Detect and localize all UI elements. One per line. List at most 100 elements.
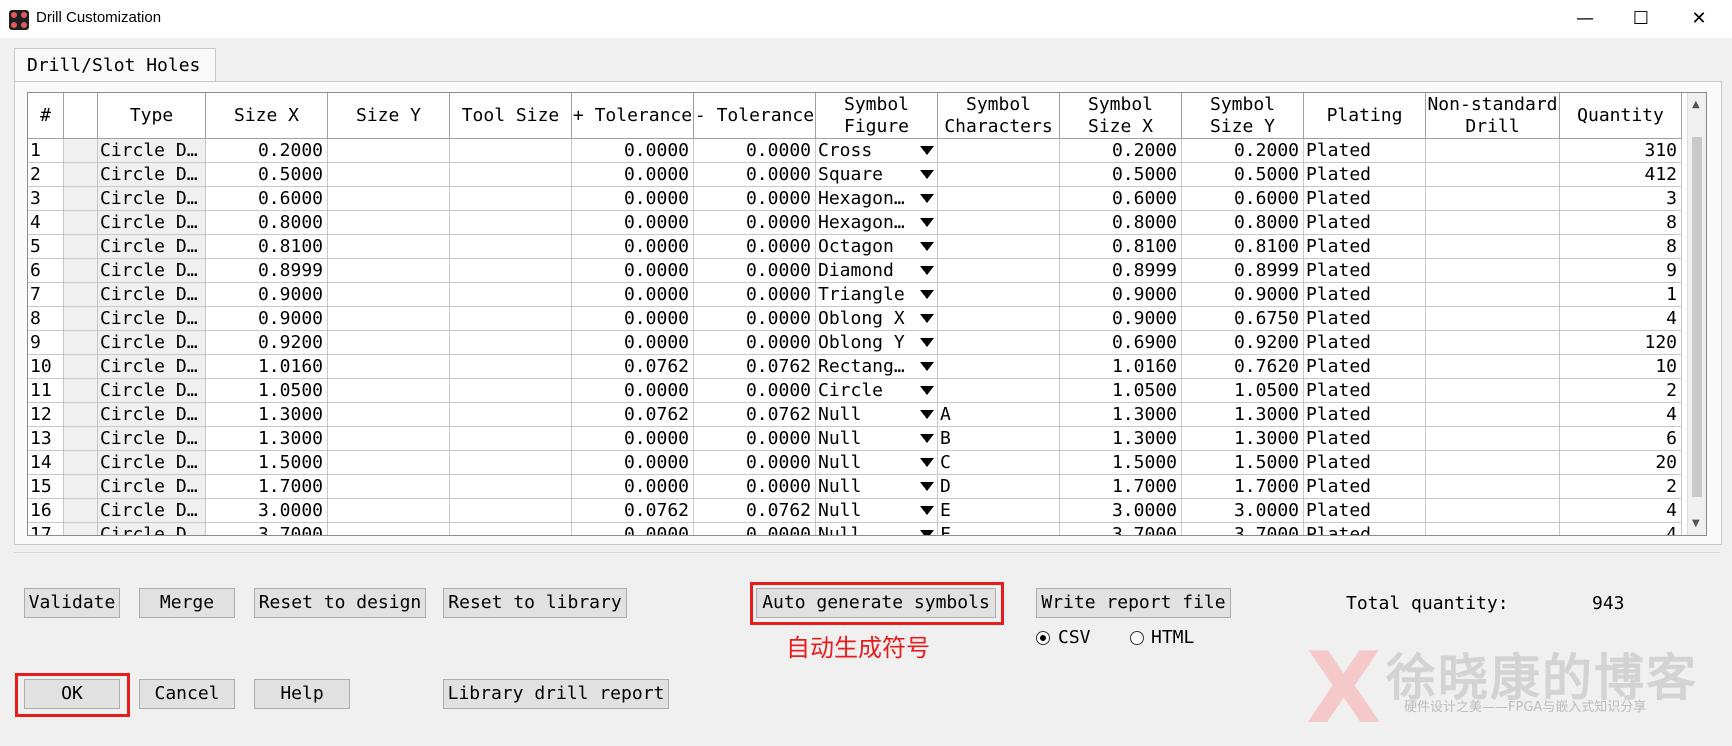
cell-plus-tolerance[interactable]: 0.0000 [572, 475, 694, 499]
cell-type[interactable]: Circle D… [98, 523, 206, 535]
cell-symbol-figure[interactable]: Null [816, 427, 938, 451]
cell-symbol-figure[interactable]: Null [816, 523, 938, 535]
close-button[interactable]: ✕ [1670, 0, 1728, 38]
cell-symbol-size-x[interactable]: 0.6900 [1060, 331, 1182, 355]
cell-size-x[interactable]: 0.2000 [206, 139, 328, 163]
cell-row-marker[interactable] [64, 451, 98, 475]
cell-row-number[interactable]: 5 [28, 235, 64, 259]
cell-size-x[interactable]: 1.3000 [206, 403, 328, 427]
dropdown-arrow-icon[interactable] [920, 458, 934, 467]
cell-symbol-size-x[interactable]: 1.0160 [1060, 355, 1182, 379]
cell-minus-tolerance[interactable]: 0.0000 [694, 163, 816, 187]
cell-size-y[interactable] [328, 379, 450, 403]
column-header-plus-tolerance[interactable]: + Tolerance [572, 93, 694, 139]
cell-symbol-figure[interactable]: Hexagon… [816, 211, 938, 235]
cell-non-standard-drill[interactable] [1426, 499, 1560, 523]
cell-symbol-size-y[interactable]: 3.7000 [1182, 523, 1304, 535]
cell-type[interactable]: Circle D… [98, 283, 206, 307]
cell-symbol-characters[interactable] [938, 235, 1060, 259]
cell-size-x[interactable]: 1.0160 [206, 355, 328, 379]
cell-symbol-size-y[interactable]: 1.5000 [1182, 451, 1304, 475]
cell-quantity[interactable]: 20 [1560, 451, 1682, 475]
cell-type[interactable]: Circle D… [98, 355, 206, 379]
cell-plus-tolerance[interactable]: 0.0000 [572, 379, 694, 403]
cancel-button[interactable]: Cancel [139, 679, 235, 709]
reset-to-library-button[interactable]: Reset to library [443, 588, 627, 618]
cell-row-marker[interactable] [64, 163, 98, 187]
cell-symbol-figure[interactable]: Rectang… [816, 355, 938, 379]
cell-row-number[interactable]: 15 [28, 475, 64, 499]
minimize-button[interactable]: — [1556, 0, 1614, 38]
cell-plating[interactable]: Plated [1304, 355, 1426, 379]
dropdown-arrow-icon[interactable] [920, 338, 934, 347]
cell-minus-tolerance[interactable]: 0.0000 [694, 211, 816, 235]
cell-non-standard-drill[interactable] [1426, 355, 1560, 379]
cell-type[interactable]: Circle D… [98, 499, 206, 523]
cell-plus-tolerance[interactable]: 0.0000 [572, 139, 694, 163]
cell-tool-size[interactable] [450, 283, 572, 307]
cell-tool-size[interactable] [450, 379, 572, 403]
dropdown-arrow-icon[interactable] [920, 386, 934, 395]
cell-row-number[interactable]: 10 [28, 355, 64, 379]
cell-size-x[interactable]: 3.0000 [206, 499, 328, 523]
cell-tool-size[interactable] [450, 235, 572, 259]
cell-symbol-size-x[interactable]: 1.7000 [1060, 475, 1182, 499]
table-row[interactable]: 4 Circle D… 0.8000 0.0000 0.0000 Hexagon… 0.80… [28, 211, 1682, 235]
cell-symbol-characters[interactable] [938, 283, 1060, 307]
cell-size-x[interactable]: 0.5000 [206, 163, 328, 187]
cell-symbol-size-x[interactable]: 0.5000 [1060, 163, 1182, 187]
cell-minus-tolerance[interactable]: 0.0000 [694, 259, 816, 283]
cell-symbol-size-y[interactable]: 1.3000 [1182, 427, 1304, 451]
cell-size-y[interactable] [328, 307, 450, 331]
cell-row-marker[interactable] [64, 283, 98, 307]
cell-type[interactable]: Circle D… [98, 307, 206, 331]
cell-size-x[interactable]: 0.8100 [206, 235, 328, 259]
cell-plus-tolerance[interactable]: 0.0000 [572, 307, 694, 331]
cell-symbol-size-y[interactable]: 1.3000 [1182, 403, 1304, 427]
cell-type[interactable]: Circle D… [98, 187, 206, 211]
write-report-file-button[interactable]: Write report file [1036, 588, 1231, 618]
cell-row-number[interactable]: 1 [28, 139, 64, 163]
cell-quantity[interactable]: 1 [1560, 283, 1682, 307]
cell-symbol-characters[interactable] [938, 331, 1060, 355]
cell-plus-tolerance[interactable]: 0.0000 [572, 523, 694, 535]
cell-quantity[interactable]: 6 [1560, 427, 1682, 451]
cell-symbol-size-y[interactable]: 1.0500 [1182, 379, 1304, 403]
cell-minus-tolerance[interactable]: 0.0762 [694, 355, 816, 379]
cell-type[interactable]: Circle D… [98, 331, 206, 355]
cell-symbol-characters[interactable] [938, 259, 1060, 283]
table-row[interactable]: 7 Circle D… 0.9000 0.0000 0.0000 Triangle 0.90… [28, 283, 1682, 307]
cell-size-y[interactable] [328, 523, 450, 535]
cell-tool-size[interactable] [450, 499, 572, 523]
cell-type[interactable]: Circle D… [98, 235, 206, 259]
dropdown-arrow-icon[interactable] [920, 314, 934, 323]
cell-plating[interactable]: Plated [1304, 427, 1426, 451]
cell-minus-tolerance[interactable]: 0.0000 [694, 427, 816, 451]
tab-drill-slot-holes[interactable]: Drill/Slot Holes [14, 48, 216, 82]
cell-type[interactable]: Circle D… [98, 163, 206, 187]
cell-row-number[interactable]: 4 [28, 211, 64, 235]
cell-symbol-size-y[interactable]: 0.6000 [1182, 187, 1304, 211]
dropdown-arrow-icon[interactable] [920, 362, 934, 371]
table-row[interactable]: 9 Circle D… 0.9200 0.0000 0.0000 Oblong Y 0.69… [28, 331, 1682, 355]
cell-row-marker[interactable] [64, 259, 98, 283]
cell-size-y[interactable] [328, 163, 450, 187]
cell-symbol-characters[interactable]: A [938, 403, 1060, 427]
cell-quantity[interactable]: 8 [1560, 211, 1682, 235]
cell-tool-size[interactable] [450, 451, 572, 475]
cell-tool-size[interactable] [450, 139, 572, 163]
cell-size-x[interactable]: 3.7000 [206, 523, 328, 535]
cell-size-x[interactable]: 0.9000 [206, 283, 328, 307]
table-row[interactable]: 10 Circle D… 1.0160 0.0762 0.0762 Rectang… 1.0… [28, 355, 1682, 379]
column-header-type[interactable]: Type [98, 93, 206, 139]
cell-tool-size[interactable] [450, 259, 572, 283]
cell-non-standard-drill[interactable] [1426, 235, 1560, 259]
cell-non-standard-drill[interactable] [1426, 211, 1560, 235]
table-row[interactable]: 15 Circle D… 1.7000 0.0000 0.0000 Null D 1.7000… [28, 475, 1682, 499]
cell-type[interactable]: Circle D… [98, 451, 206, 475]
cell-type[interactable]: Circle D… [98, 139, 206, 163]
cell-symbol-characters[interactable] [938, 355, 1060, 379]
cell-plating[interactable]: Plated [1304, 523, 1426, 535]
column-header-quantity[interactable]: Quantity [1560, 93, 1682, 139]
cell-plating[interactable]: Plated [1304, 499, 1426, 523]
